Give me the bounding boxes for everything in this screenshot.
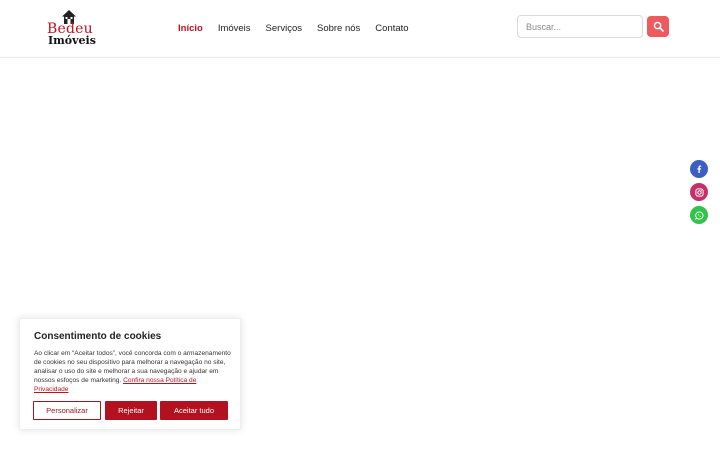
logo-text-bottom: Imóveis — [48, 34, 96, 47]
nav-item-inicio[interactable]: Início — [178, 22, 203, 36]
cookie-description: Ao clicar em “Aceitar todos”, você conco… — [34, 349, 232, 394]
facebook-button[interactable] — [690, 160, 708, 178]
search-button[interactable] — [647, 16, 669, 37]
nav-item-sobre-nos[interactable]: Sobre nós — [317, 22, 360, 36]
cookie-consent-banner: Consentimento de cookies Ao clicar em “A… — [19, 318, 241, 430]
instagram-icon — [694, 187, 704, 197]
whatsapp-icon — [694, 210, 703, 220]
main-nav: Início Imóveis Serviços Sobre nós Contat… — [178, 22, 424, 36]
nav-item-contato[interactable]: Contato — [375, 22, 408, 36]
site-header: Bedeu Imóveis Início Imóveis Serviços So… — [0, 0, 720, 58]
facebook-icon — [697, 165, 702, 173]
accept-all-button[interactable]: Aceitar tudo — [160, 401, 228, 420]
whatsapp-button[interactable] — [690, 206, 708, 224]
customize-button[interactable]: Personalizar — [33, 401, 101, 420]
search-input[interactable] — [517, 15, 643, 38]
instagram-button[interactable] — [690, 183, 708, 201]
nav-item-imoveis[interactable]: Imóveis — [218, 22, 251, 36]
nav-item-servicos[interactable]: Serviços — [266, 22, 302, 36]
search-icon — [653, 21, 664, 32]
brand-logo[interactable]: Bedeu Imóveis — [46, 9, 96, 49]
cookie-title: Consentimento de cookies — [34, 331, 162, 342]
reject-button[interactable]: Rejeitar — [105, 401, 157, 420]
